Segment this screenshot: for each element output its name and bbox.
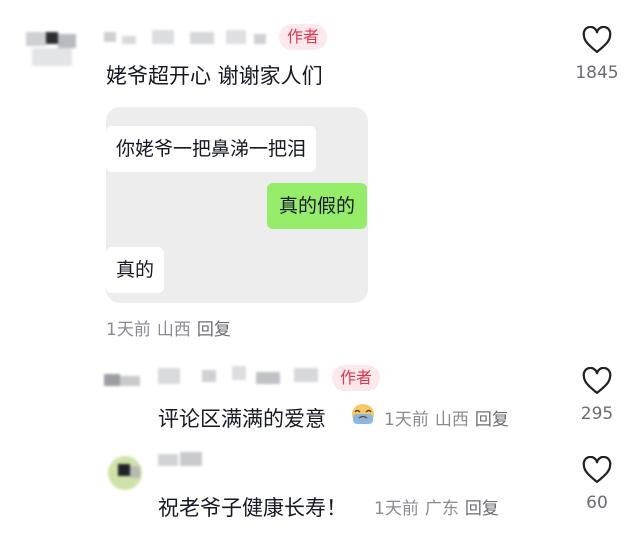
like-count: 1845 xyxy=(575,63,619,83)
chat-screenshot-image[interactable]: 你姥爷一把鼻涕一把泪 真的假的 真的 xyxy=(106,107,368,303)
username[interactable] xyxy=(104,30,269,46)
author-badge: 作者 xyxy=(279,24,328,50)
chat-bubble-left: 你姥爷一把鼻涕一把泪 xyxy=(106,126,317,172)
comment-meta: 1天前 广东 回复 xyxy=(374,494,505,519)
chat-bubble-right: 真的假的 xyxy=(267,183,368,229)
comment-location: 山西 xyxy=(434,410,469,430)
author-badge: 作者 xyxy=(332,365,381,391)
reply-button[interactable]: 回复 xyxy=(475,410,509,430)
comment-time: 1天前 xyxy=(106,320,151,340)
reply-button[interactable]: 回复 xyxy=(465,499,499,519)
username[interactable] xyxy=(158,452,206,468)
comment-text: 评论区满满的爱意 xyxy=(158,407,326,431)
heart-outline-icon[interactable] xyxy=(582,26,612,54)
like-count: 60 xyxy=(586,493,608,513)
crying-face-emoji xyxy=(352,404,374,424)
comment-meta: 1天前 山西 回复 xyxy=(106,315,237,340)
comment-text: 姥爷超开心 谢谢家人们 xyxy=(106,64,323,88)
avatar[interactable] xyxy=(104,452,146,494)
comment-text: 祝老爷子健康长寿！ xyxy=(158,496,347,520)
reply-button[interactable]: 回复 xyxy=(197,320,231,340)
comment-location: 山西 xyxy=(156,320,191,340)
like-count: 295 xyxy=(580,404,614,424)
avatar[interactable] xyxy=(104,370,144,392)
username[interactable] xyxy=(158,366,323,386)
comment-time: 1天前 xyxy=(374,499,419,519)
comment-location: 广东 xyxy=(424,499,459,519)
heart-outline-icon[interactable] xyxy=(582,456,612,484)
comment-time: 1天前 xyxy=(384,410,429,430)
chat-bubble-left: 真的 xyxy=(106,247,165,293)
comment-meta: 1天前 山西 回复 xyxy=(384,405,515,430)
avatar[interactable] xyxy=(26,28,80,72)
heart-outline-icon[interactable] xyxy=(582,367,612,395)
